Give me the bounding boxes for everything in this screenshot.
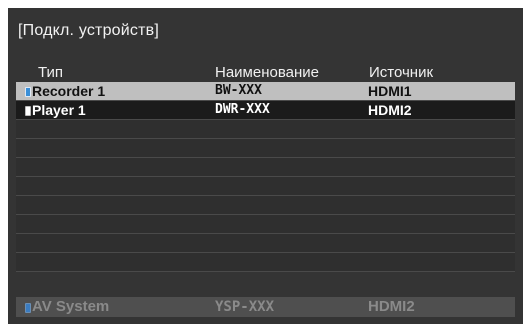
device-row-player-1[interactable]: Player 1 DWR-XXX HDMI2	[16, 101, 515, 120]
device-connection-panel: [Подкл. устройств] Тип Наименование Исто…	[8, 8, 523, 324]
empty-row	[16, 253, 515, 272]
device-type: Recorder 1	[32, 83, 106, 99]
device-row-recorder-1[interactable]: Recorder 1 BW-XXX HDMI1	[16, 82, 515, 101]
empty-row	[16, 215, 515, 234]
empty-row	[16, 196, 515, 215]
av-system-row[interactable]: AV System YSP-XXX HDMI2	[16, 297, 515, 317]
column-header-name: Наименование	[215, 64, 319, 81]
av-system-type: AV System	[32, 298, 110, 315]
player-icon	[25, 106, 31, 116]
empty-row	[16, 120, 515, 139]
device-source: HDMI1	[368, 83, 412, 99]
empty-row	[16, 177, 515, 196]
empty-row	[16, 139, 515, 158]
device-name: DWR-XXX	[215, 102, 270, 117]
page-title: [Подкл. устройств]	[18, 22, 159, 39]
empty-row	[16, 234, 515, 253]
av-system-source: HDMI2	[368, 298, 415, 315]
device-source: HDMI2	[368, 102, 412, 118]
column-headers: Тип Наименование Источник	[8, 64, 523, 82]
column-header-type: Тип	[38, 64, 64, 81]
device-name: BW-XXX	[215, 83, 262, 98]
column-header-source: Источник	[369, 64, 434, 81]
av-system-name: YSP-XXX	[215, 299, 275, 315]
device-type: Player 1	[32, 102, 86, 118]
screen: [Подкл. устройств] Тип Наименование Исто…	[0, 0, 531, 324]
empty-row	[16, 158, 515, 177]
av-system-icon	[25, 303, 31, 313]
device-list: Recorder 1 BW-XXX HDMI1 Player 1 DWR-XXX…	[16, 82, 515, 280]
recorder-icon	[25, 87, 31, 97]
